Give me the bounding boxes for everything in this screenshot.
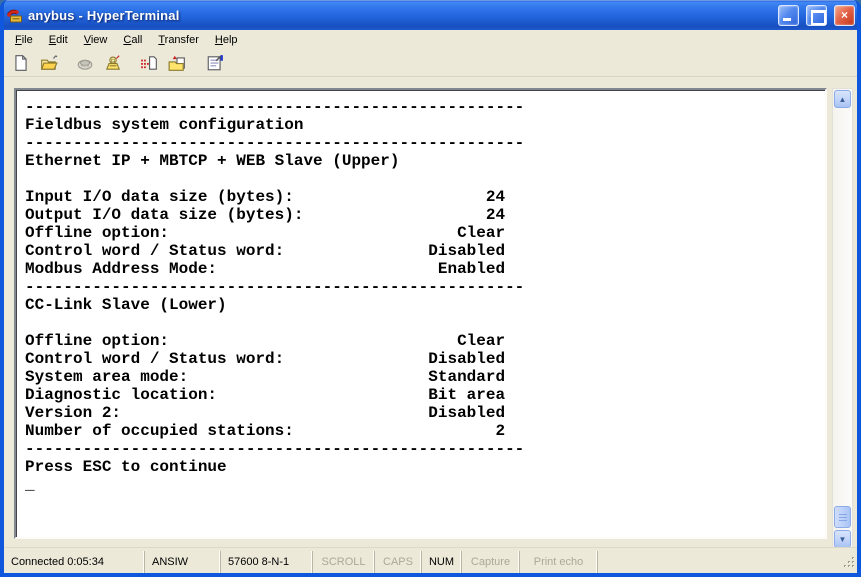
maximize-button[interactable] [806,5,827,26]
new-connection-button[interactable] [9,51,33,75]
menu-file[interactable]: File [7,32,41,48]
window-title: anybus - HyperTerminal [28,8,771,23]
receive-file-icon [168,54,186,72]
menu-transfer[interactable]: Transfer [150,32,207,48]
hyperterminal-window: anybus - HyperTerminal × File Edit View … [0,0,861,577]
status-caps-lock: CAPS [374,551,421,573]
call-icon [76,54,94,72]
menu-call[interactable]: Call [115,32,150,48]
status-baud-settings: 57600 8-N-1 [220,551,312,573]
status-capture: Capture [461,551,519,573]
terminal-cursor: _ [16,476,825,494]
close-button[interactable]: × [834,5,855,26]
menu-view[interactable]: View [76,32,116,48]
status-scroll-lock: SCROLL [312,551,374,573]
status-bar: Connected 0:05:34 ANSIW 57600 8-N-1 SCRO… [4,547,857,573]
hyperterminal-app-icon[interactable] [6,7,23,23]
open-connection-button[interactable] [37,51,61,75]
status-filler [597,551,843,573]
send-file-icon [140,54,158,72]
minimize-button[interactable] [778,5,799,26]
hang-up-icon [104,54,122,72]
terminal-screen[interactable]: ----------------------------------------… [14,88,827,539]
call-button[interactable] [73,51,97,75]
hang-up-button[interactable] [101,51,125,75]
send-file-button[interactable] [137,51,161,75]
scrollbar-thumb[interactable] [834,506,851,528]
new-document-icon [12,54,30,72]
menu-help[interactable]: Help [207,32,246,48]
scroll-up-button[interactable]: ▲ [834,90,851,108]
status-num-lock: NUM [421,551,461,573]
client-area: ----------------------------------------… [4,77,857,547]
menu-bar: File Edit View Call Transfer Help [4,30,857,49]
scroll-down-button[interactable]: ▼ [834,530,851,548]
vertical-scrollbar[interactable]: ▲ ▼ [832,88,853,550]
properties-icon [206,54,224,72]
toolbar [4,49,857,77]
resize-grip[interactable] [843,556,856,572]
properties-button[interactable] [203,51,227,75]
open-folder-icon [40,54,58,72]
status-print-echo: Print echo [519,551,597,573]
title-bar[interactable]: anybus - HyperTerminal × [0,0,861,30]
menu-edit[interactable]: Edit [41,32,76,48]
terminal-output: ----------------------------------------… [16,90,825,476]
receive-file-button[interactable] [165,51,189,75]
status-connected: Connected 0:05:34 [4,551,144,573]
status-emulation: ANSIW [144,551,220,573]
